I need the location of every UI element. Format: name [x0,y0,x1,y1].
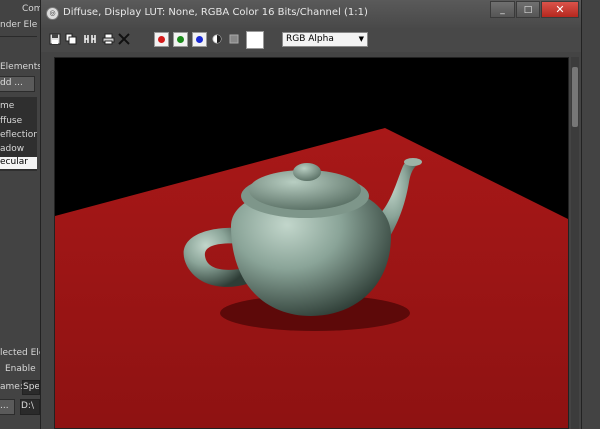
bg-label-elements: Elements [0,62,42,72]
color-swatch[interactable] [246,31,264,49]
rendered-image [55,58,568,428]
monochrome-icon[interactable] [212,34,222,44]
bg-element-list: me ffuse eflection adow ecular [0,97,37,171]
window-titlebar[interactable]: ◎ Diffuse, Display LUT: None, RGBA Color… [41,0,581,28]
list-item[interactable]: ffuse [0,116,37,128]
minimize-button[interactable]: _ [490,1,515,18]
print-icon[interactable] [101,33,115,46]
bg-add-button[interactable]: dd ... [0,76,35,92]
vertical-scrollbar[interactable] [571,57,579,429]
blue-channel-icon [196,36,203,43]
copy-icon[interactable] [65,33,77,46]
bg-label-name: ame: [0,382,23,392]
display-channel-select[interactable]: RGB Alpha ▼ [282,32,368,47]
window-title: Diffuse, Display LUT: None, RGBA Color 1… [63,7,368,18]
save-icon[interactable] [49,33,61,46]
clear-icon[interactable] [118,33,130,46]
list-item[interactable]: adow [0,144,37,156]
bg-divider [0,36,37,37]
list-item-selected[interactable]: ecular [0,157,37,169]
display-channel-value: RGB Alpha [286,34,334,44]
alpha-icon[interactable] [229,34,239,44]
frame-buffer-toolbar: RGB Alpha ▼ [41,28,581,52]
list-item[interactable]: me [0,101,37,113]
bg-path-field[interactable]: D:\ [20,399,40,415]
chevron-down-icon: ▼ [358,35,364,43]
bg-label-render-elements: nder Ele [0,20,38,30]
green-channel-button[interactable] [173,32,188,47]
spout-tip [404,158,422,166]
bg-name-field[interactable]: Spe [22,380,40,395]
restore-button[interactable]: □ [516,1,540,18]
red-channel-button[interactable] [154,32,169,47]
frame-buffer-window: ◎ Diffuse, Display LUT: None, RGBA Color… [40,0,582,429]
bg-label-selected-element: lected Ele [0,348,45,358]
bg-enable-checkbox[interactable]: Enable [5,364,36,374]
app-icon: ◎ [46,7,59,20]
clone-icon[interactable] [82,33,97,46]
green-channel-icon [177,36,184,43]
render-viewport[interactable] [54,57,569,429]
lid-knob [293,163,321,181]
list-item[interactable]: eflection [0,130,37,142]
scrollbar-thumb[interactable] [572,67,578,127]
bg-browse-button[interactable]: ... [0,399,15,415]
red-channel-icon [158,36,165,43]
close-button[interactable]: ✕ [541,1,579,18]
blue-channel-button[interactable] [192,32,207,47]
